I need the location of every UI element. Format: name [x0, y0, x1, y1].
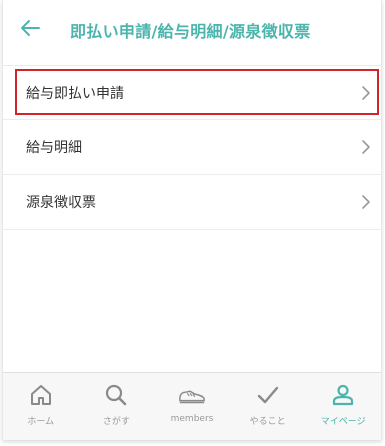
list-item-salary-instant-request[interactable]: 給与即払い申請 [3, 65, 381, 120]
tab-label: マイページ [320, 417, 366, 427]
checkmark-icon [254, 381, 282, 409]
chevron-right-icon [362, 85, 370, 100]
home-icon [27, 381, 55, 409]
chevron-right-icon [362, 195, 370, 209]
list-item-withholding-slip[interactable]: 源泉徴収票 [3, 175, 381, 230]
list-item-label: 源泉徴収票 [26, 195, 96, 211]
tab-search[interactable]: さがす [79, 373, 155, 440]
tab-label: やること [249, 417, 286, 427]
tab-mypage[interactable]: マイページ [305, 373, 381, 440]
tab-label: さがす [102, 417, 130, 427]
back-arrow-icon[interactable] [19, 18, 41, 38]
list-item-label: 給与即払い申請 [26, 85, 124, 102]
list-item-label: 給与明細 [26, 140, 82, 156]
bottom-tab-bar: ホーム さがす members やること マイページ [3, 372, 381, 440]
page-title: 即払い申請/給与明細/源泉徴収票 [70, 22, 311, 41]
app-screen: 即払い申請/給与明細/源泉徴収票 給与即払い申請 給与明細 源泉徴収票 ホーム … [2, 0, 382, 440]
search-icon [102, 381, 130, 409]
user-icon [329, 381, 357, 409]
tab-todo[interactable]: やること [230, 373, 306, 440]
header: 即払い申請/給与明細/源泉徴収票 [3, 0, 381, 58]
tab-label: ホーム [27, 417, 55, 427]
tab-home[interactable]: ホーム [3, 373, 79, 440]
tab-members[interactable]: members [154, 373, 230, 440]
menu-list: 給与即払い申請 給与明細 源泉徴収票 [3, 65, 381, 230]
sneaker-icon [178, 381, 206, 409]
list-item-payslip[interactable]: 給与明細 [3, 120, 381, 175]
chevron-right-icon [362, 140, 370, 154]
tab-label: members [170, 414, 214, 424]
